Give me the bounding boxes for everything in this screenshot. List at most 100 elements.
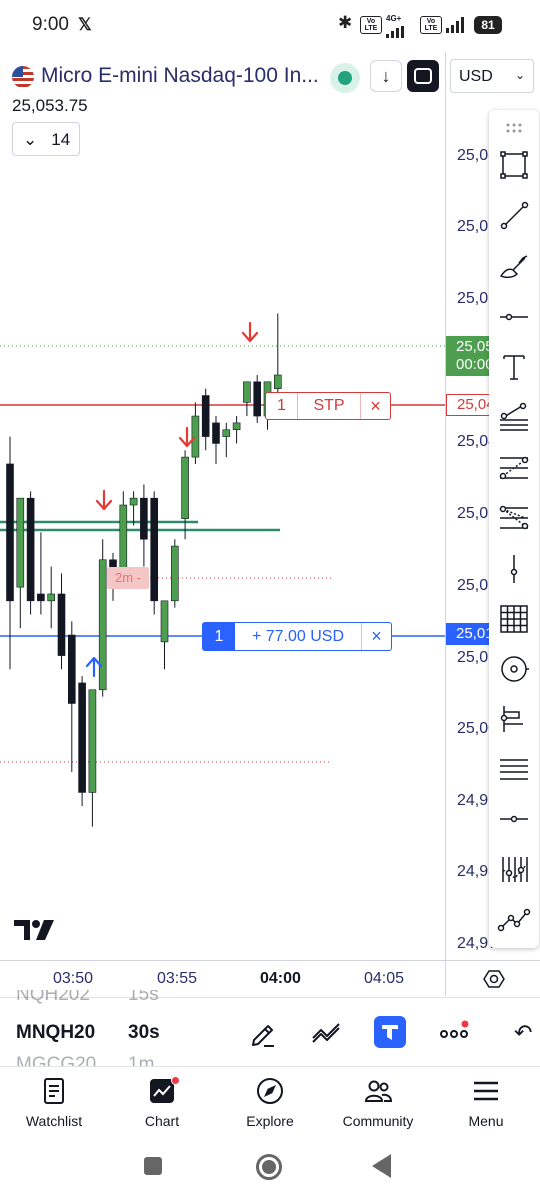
candle-body [140, 497, 148, 540]
home-button[interactable] [256, 1154, 282, 1180]
drawing-toolbar [489, 110, 539, 948]
symbol-current[interactable]: MNQH20 [16, 1022, 95, 1044]
candle-body [6, 463, 14, 602]
nav-label: Menu [468, 1113, 504, 1129]
candle-body [68, 634, 76, 704]
time-label: 04:05 [364, 970, 405, 987]
long-position-icon[interactable] [497, 702, 531, 736]
candle-body [88, 689, 97, 793]
status-time: 9:00 [32, 14, 69, 35]
chevron-down-icon: ⌄ [514, 68, 525, 82]
tradingview-logo-icon [14, 920, 54, 940]
nav-menu[interactable]: Menu [436, 1076, 536, 1129]
horizontal-ray-icon[interactable] [497, 300, 531, 334]
currency-select[interactable]: USD ⌄ [450, 59, 534, 93]
compare-icon[interactable] [310, 1016, 344, 1050]
stop-qty: 1 [266, 393, 298, 419]
menu-icon [474, 1081, 498, 1101]
time-label-current: 04:00 [260, 970, 301, 987]
candle-body [119, 504, 128, 574]
nav-explore[interactable]: Explore [220, 1076, 320, 1129]
explore-icon [257, 1078, 283, 1104]
text-tool-icon[interactable] [497, 350, 531, 384]
community-icon [364, 1080, 393, 1102]
target-qty: 1 [203, 623, 235, 650]
candle-body [150, 497, 158, 602]
parallel-lines-icon[interactable] [497, 752, 531, 786]
notification-dot [171, 1076, 180, 1085]
drag-handle-icon[interactable] [497, 112, 531, 136]
candle-body [16, 497, 25, 588]
ideas-icon[interactable] [374, 1016, 406, 1048]
market-open-indicator[interactable] [338, 71, 352, 85]
back-button[interactable] [372, 1154, 391, 1178]
time-label: 03:55 [157, 970, 198, 987]
cancel-target-button[interactable]: × [361, 623, 391, 650]
candle-body [129, 497, 138, 506]
circle-tool-icon[interactable] [497, 652, 531, 686]
candle-body [212, 422, 220, 444]
nav-label: Watchlist [25, 1113, 83, 1129]
candlestick-chart[interactable] [0, 100, 445, 960]
nav-label: Community [342, 1113, 414, 1129]
currency-value: USD [459, 68, 493, 85]
price-axis-border [445, 52, 446, 996]
resolution-prev[interactable]: 15s [128, 990, 159, 1006]
date-range-icon[interactable] [497, 852, 531, 886]
nav-watchlist[interactable]: Watchlist [4, 1076, 104, 1129]
trend-line-icon[interactable] [497, 198, 531, 232]
candle-body [181, 456, 189, 520]
symbol-title[interactable]: Micro E-mini Nasdaq-100 In... [41, 64, 319, 88]
candle-body [78, 682, 86, 793]
bluetooth-icon: ✱ [338, 13, 353, 32]
candle-body [232, 422, 241, 431]
nav-chart[interactable]: Chart [112, 1076, 212, 1129]
candle-body [57, 593, 66, 656]
watchlist-icon [44, 1078, 64, 1104]
battery-icon: 81 [474, 16, 502, 34]
arrow-down-button[interactable]: ↓ [370, 60, 402, 92]
rectangle-tool-icon[interactable] [497, 148, 531, 182]
candle-body [222, 429, 231, 437]
stop-order-tag[interactable]: 1 STP × [265, 392, 391, 420]
volte-icon-2: Vo LTE [420, 16, 442, 34]
nav-label: Chart [144, 1113, 180, 1129]
cancel-stop-button[interactable]: × [360, 393, 390, 419]
more-options-icon[interactable] [437, 1016, 471, 1050]
candle-body [243, 381, 251, 403]
resolution-current[interactable]: 30s [128, 1022, 160, 1044]
volte-icon: Vo LTE [360, 16, 382, 34]
resolution-next[interactable]: 1m [128, 1054, 154, 1066]
time-label: 03:50 [53, 970, 94, 987]
x-app-icon: 𝕏 [78, 15, 92, 34]
candle-body [98, 559, 107, 691]
target-order-tag[interactable]: 1 + 77.00 USD × [202, 622, 392, 651]
brush-icon[interactable] [497, 250, 531, 284]
gann-fan-icon[interactable] [497, 500, 531, 534]
signal-icon-2 [446, 17, 464, 33]
fullscreen-button[interactable] [407, 60, 439, 92]
chart-settings-icon[interactable] [483, 968, 505, 990]
symbol-next[interactable]: MGCG20 [16, 1054, 96, 1066]
grid-tool-icon[interactable] [497, 602, 531, 636]
fib-retracement-icon[interactable] [497, 400, 531, 434]
status-bar: 9:00 𝕏 ✱ Vo LTE 4G+ Vo LTE 81 [0, 0, 540, 52]
pitchfork-icon[interactable] [497, 450, 531, 484]
symbol-prev[interactable]: NQH202 [16, 990, 90, 1006]
undo-icon[interactable]: ↶ [514, 1020, 532, 1046]
stop-label: STP [313, 397, 345, 414]
candle-body [26, 497, 35, 602]
candle-body [171, 545, 179, 602]
nav-label: Explore [246, 1113, 294, 1129]
price-range-icon[interactable] [497, 802, 531, 836]
forecast-icon[interactable] [497, 902, 531, 936]
pencil-icon[interactable] [246, 1016, 280, 1050]
vertical-line-icon[interactable] [497, 552, 531, 586]
candle-body [160, 600, 169, 643]
candle-body [47, 593, 56, 602]
candle-body [253, 381, 261, 417]
nav-community[interactable]: Community [328, 1076, 428, 1129]
candle-body [37, 593, 45, 602]
target-pnl-label: + 77.00 USD [251, 627, 345, 645]
recents-button[interactable] [144, 1157, 162, 1175]
